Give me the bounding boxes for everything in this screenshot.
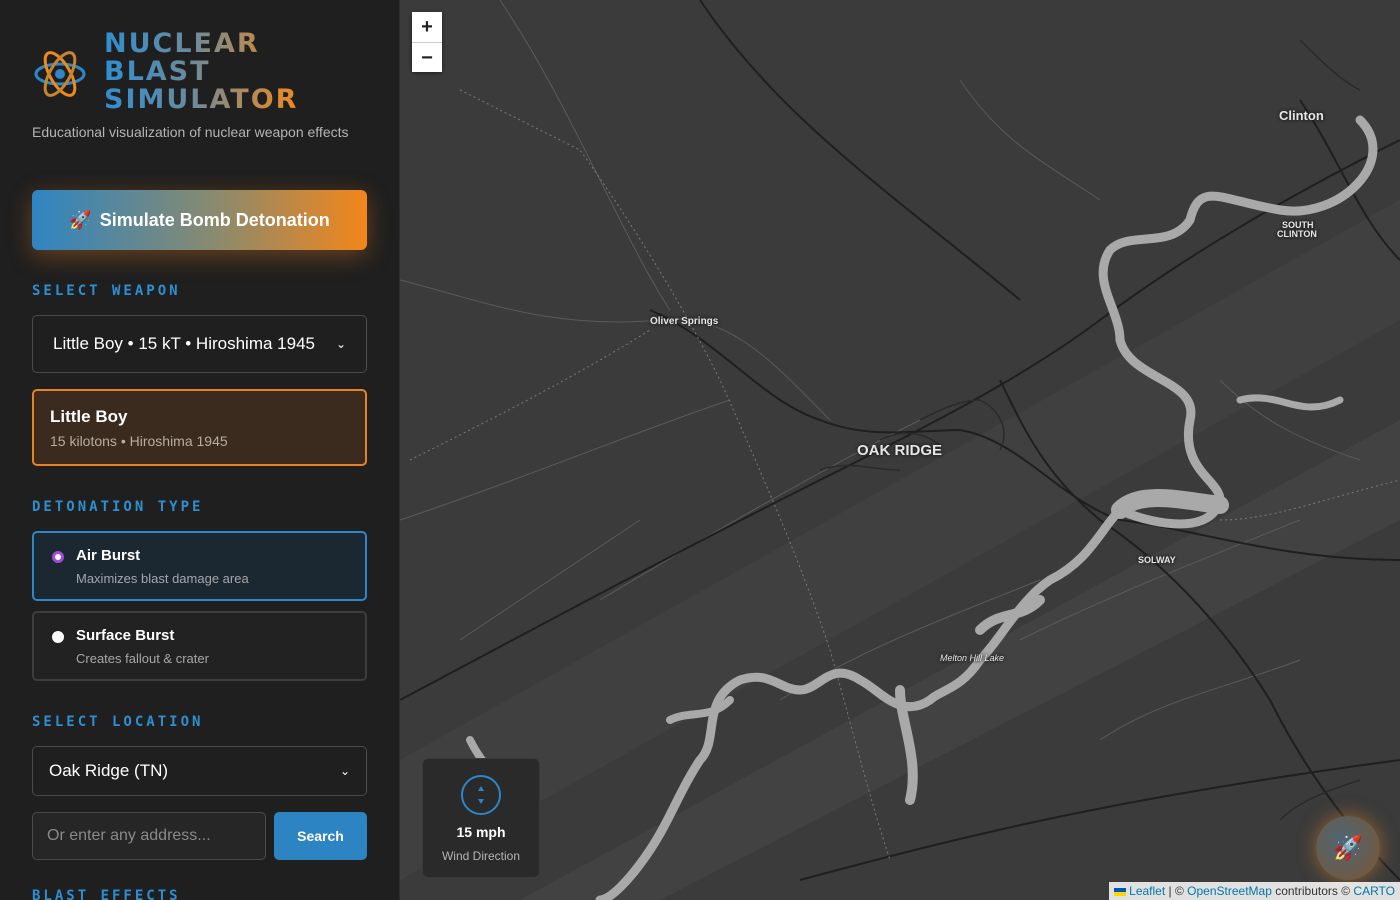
simulate-detonation-label: Simulate Bomb Detonation [99, 209, 330, 230]
ukraine-flag-icon [1114, 887, 1127, 896]
map-attribution: Leaflet | © OpenStreetMap contributors ©… [1109, 882, 1400, 900]
section-title-detonation: DETONATION TYPE [32, 499, 204, 515]
chevron-down-icon: ⌄ [335, 337, 346, 351]
carto-link[interactable]: CARTO [1353, 884, 1395, 898]
place-label-oliver-springs: Oliver Springs [650, 316, 719, 327]
tagline: Educational visualization of nuclear wea… [32, 124, 349, 140]
location-select[interactable]: Oak Ridge (TN) ⌄ [32, 746, 367, 796]
map-view[interactable]: + − Clinton SOUTH CLINTON Oliver Springs… [400, 0, 1400, 900]
air-burst-description: Maximizes blast damage area [76, 571, 249, 586]
place-label-melton-hill-lake: Melton Hill Lake [940, 653, 1005, 663]
rocket-icon: 🚀 [69, 209, 92, 230]
address-input[interactable] [32, 812, 266, 860]
section-title-location: SELECT LOCATION [32, 714, 204, 730]
section-title-effects: BLAST EFFECTS [32, 888, 181, 900]
atom-icon [34, 51, 86, 97]
air-burst-label: Air Burst [76, 547, 141, 564]
surface-burst-option[interactable]: Surface Burst Creates fallout & crater [32, 611, 367, 681]
weapon-meta: 15 kilotons • Hiroshima 1945 [50, 433, 228, 449]
app-title: NUCLEAR BLAST SIMULATOR [104, 28, 299, 115]
place-label-solway: SOLWAY [1138, 555, 1176, 565]
compass-icon [461, 775, 501, 815]
wind-speed: 15 mph [456, 824, 506, 840]
sidebar: NUCLEAR BLAST SIMULATOR Educational visu… [0, 0, 400, 900]
detonate-fab-button[interactable]: 🚀 [1316, 816, 1380, 880]
brand: NUCLEAR BLAST SIMULATOR [32, 30, 372, 120]
rocket-icon: 🚀 [1333, 834, 1363, 862]
leaflet-link[interactable]: Leaflet [1129, 884, 1165, 898]
air-burst-option[interactable]: Air Burst Maximizes blast damage area [32, 531, 367, 601]
zoom-in-button[interactable]: + [412, 12, 442, 42]
location-select-value: Oak Ridge (TN) [49, 761, 169, 780]
zoom-out-button[interactable]: − [412, 42, 442, 72]
place-label-clinton: Clinton [1279, 108, 1324, 123]
surface-burst-description: Creates fallout & crater [76, 651, 209, 666]
section-title-weapon: SELECT WEAPON [32, 283, 181, 299]
weapon-select-value: Little Boy • 15 kT • Hiroshima 1945 [53, 334, 315, 353]
radio-selected-icon [52, 551, 64, 563]
attribution-separator: | © [1165, 884, 1188, 898]
weapon-select[interactable]: Little Boy • 15 kT • Hiroshima 1945 ⌄ [32, 315, 367, 373]
attribution-contributors: contributors © [1271, 884, 1354, 898]
surface-burst-label: Surface Burst [76, 627, 175, 644]
osm-link[interactable]: OpenStreetMap [1187, 884, 1272, 898]
wind-label: Wind Direction [441, 849, 521, 863]
weapon-name: Little Boy [50, 407, 128, 426]
zoom-control: + − [412, 12, 442, 72]
simulate-detonation-button[interactable]: 🚀 Simulate Bomb Detonation [32, 190, 367, 250]
chevron-down-icon: ⌄ [339, 764, 350, 778]
selected-weapon-card: Little Boy 15 kilotons • Hiroshima 1945 [32, 389, 367, 466]
place-label-south-clinton-2: CLINTON [1277, 229, 1317, 239]
radio-unselected-icon [52, 631, 64, 643]
search-button[interactable]: Search [274, 812, 367, 860]
place-label-oak-ridge: OAK RIDGE [857, 442, 943, 459]
wind-indicator: 15 mph Wind Direction [422, 758, 540, 878]
